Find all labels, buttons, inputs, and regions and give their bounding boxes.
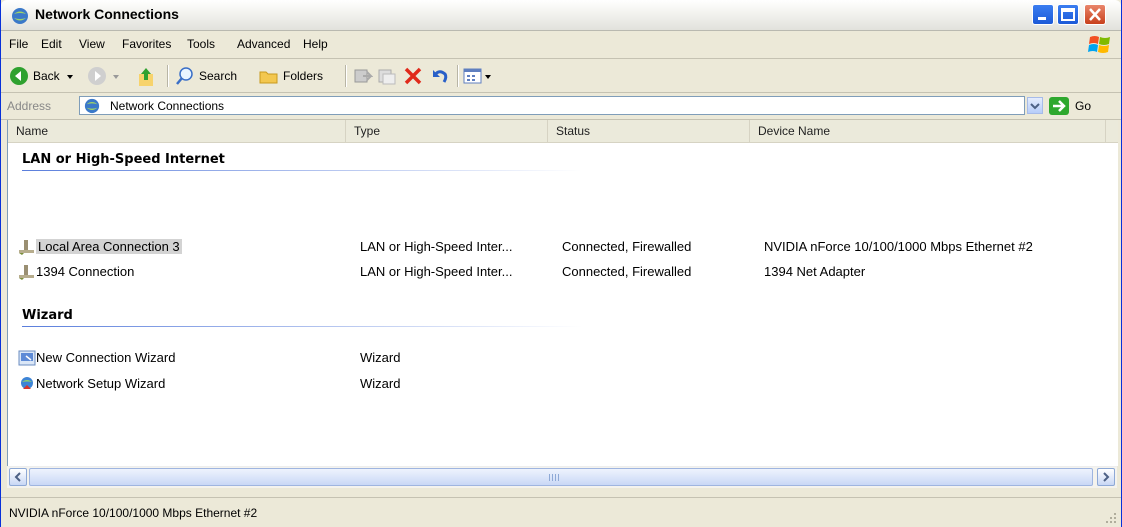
explorer-window: Network Connections File Edit View Favor… [0, 0, 1122, 527]
status-text: NVIDIA nForce 10/100/1000 Mbps Ethernet … [9, 506, 258, 520]
scroll-right-button[interactable] [1097, 468, 1115, 486]
group-divider [22, 170, 582, 171]
column-header-more[interactable] [1106, 120, 1118, 142]
toolbar-separator [167, 65, 169, 87]
address-input[interactable]: Network Connections [79, 96, 1025, 115]
network-connection-icon [19, 265, 34, 280]
search-label: Search [199, 69, 238, 83]
group-heading-wizard: Wizard [22, 308, 73, 323]
menu-advanced[interactable]: Advanced [237, 37, 290, 51]
chevron-down-icon [485, 75, 491, 79]
new-connection-wizard-icon [18, 350, 36, 366]
up-folder-icon[interactable] [135, 66, 157, 86]
windows-logo-icon [1088, 36, 1110, 53]
item-status: Connected, Firewalled [562, 264, 692, 279]
menu-edit[interactable]: Edit [41, 37, 62, 51]
title-bar[interactable]: Network Connections [1, 0, 1121, 31]
toolbar-separator [457, 65, 459, 87]
chevron-left-icon [14, 472, 21, 482]
go-button[interactable] [1049, 97, 1069, 115]
undo-icon[interactable] [429, 66, 449, 86]
folders-icon [259, 71, 278, 84]
chevron-right-icon [1103, 472, 1110, 482]
network-setup-wizard-icon [21, 377, 33, 389]
column-header-row: Name Type Status Device Name [8, 120, 1118, 143]
chevron-down-icon [67, 75, 73, 79]
item-name: New Connection Wizard [36, 350, 176, 365]
views-icon [463, 68, 482, 84]
item-name: Network Setup Wizard [36, 376, 166, 391]
list-item[interactable]: Network Setup Wizard Wizard [8, 374, 1118, 394]
item-name: Local Area Connection 3 [36, 239, 182, 254]
maximize-icon [1061, 8, 1075, 21]
toolbar-separator [345, 65, 347, 87]
item-type: Wizard [360, 350, 401, 365]
go-label[interactable]: Go [1075, 99, 1091, 113]
address-dropdown-button[interactable] [1027, 97, 1043, 114]
column-header-device-name[interactable]: Device Name [750, 120, 1106, 142]
status-bar: NVIDIA nForce 10/100/1000 Mbps Ethernet … [1, 497, 1121, 527]
toolbar: Back Search Folders [1, 59, 1121, 93]
column-header-type[interactable]: Type [346, 120, 548, 142]
delete-icon[interactable] [403, 66, 423, 86]
address-bar: Address Network Connections Go [1, 93, 1121, 120]
views-button[interactable] [463, 66, 495, 86]
item-type: LAN or High-Speed Inter... [360, 239, 513, 254]
grip-icon [549, 474, 559, 481]
go-arrow-icon [1053, 100, 1066, 112]
item-name: 1394 Connection [36, 264, 135, 279]
move-to-icon[interactable] [353, 66, 373, 86]
menu-view[interactable]: View [79, 37, 105, 51]
forward-button[interactable] [87, 66, 131, 86]
back-button[interactable]: Back [9, 66, 79, 86]
close-icon [1089, 8, 1101, 21]
copy-to-icon[interactable] [377, 66, 397, 86]
close-button[interactable] [1084, 4, 1106, 25]
group-heading-lan: LAN or High-Speed Internet [22, 152, 225, 167]
minimize-icon [1038, 17, 1046, 20]
folders-button[interactable]: Folders [259, 66, 339, 86]
search-icon [176, 67, 193, 85]
search-button[interactable]: Search [175, 66, 253, 86]
chevron-down-icon [113, 75, 119, 79]
scroll-thumb[interactable] [29, 468, 1093, 486]
item-type: LAN or High-Speed Inter... [360, 264, 513, 279]
list-item[interactable]: New Connection Wizard Wizard [8, 348, 1118, 368]
list-item[interactable]: 1394 Connection LAN or High-Speed Inter.… [8, 262, 1118, 282]
list-item[interactable]: Local Area Connection 3 LAN or High-Spee… [8, 237, 1118, 257]
chevron-down-icon [1030, 103, 1040, 110]
address-label: Address [7, 99, 52, 113]
menu-help[interactable]: Help [303, 37, 328, 51]
window-title: Network Connections [35, 6, 179, 22]
menu-favorites[interactable]: Favorites [122, 37, 171, 51]
item-device: NVIDIA nForce 10/100/1000 Mbps Ethernet … [764, 239, 1033, 254]
network-connections-icon [84, 98, 100, 114]
item-device: 1394 Net Adapter [764, 264, 866, 279]
minimize-button[interactable] [1032, 4, 1054, 25]
column-header-name[interactable]: Name [8, 120, 346, 142]
back-label: Back [33, 69, 60, 83]
network-connection-icon [19, 240, 34, 255]
address-value: Network Connections [110, 99, 225, 113]
column-header-status[interactable]: Status [548, 120, 750, 142]
maximize-button[interactable] [1057, 4, 1079, 25]
resize-grip-icon[interactable] [1105, 512, 1117, 524]
item-type: Wizard [360, 376, 401, 391]
network-connections-icon [12, 8, 28, 24]
menu-file[interactable]: File [9, 37, 28, 51]
folders-label: Folders [283, 69, 324, 83]
item-status: Connected, Firewalled [562, 239, 692, 254]
menu-bar: File Edit View Favorites Tools Advanced … [1, 31, 1121, 59]
group-divider [22, 326, 582, 327]
menu-tools[interactable]: Tools [187, 37, 215, 51]
scroll-left-button[interactable] [9, 468, 27, 486]
file-list-view[interactable]: Name Type Status Device Name LAN or High… [7, 120, 1118, 466]
horizontal-scrollbar[interactable] [7, 466, 1117, 488]
forward-arrow-icon [88, 67, 106, 85]
back-arrow-icon [10, 67, 28, 85]
